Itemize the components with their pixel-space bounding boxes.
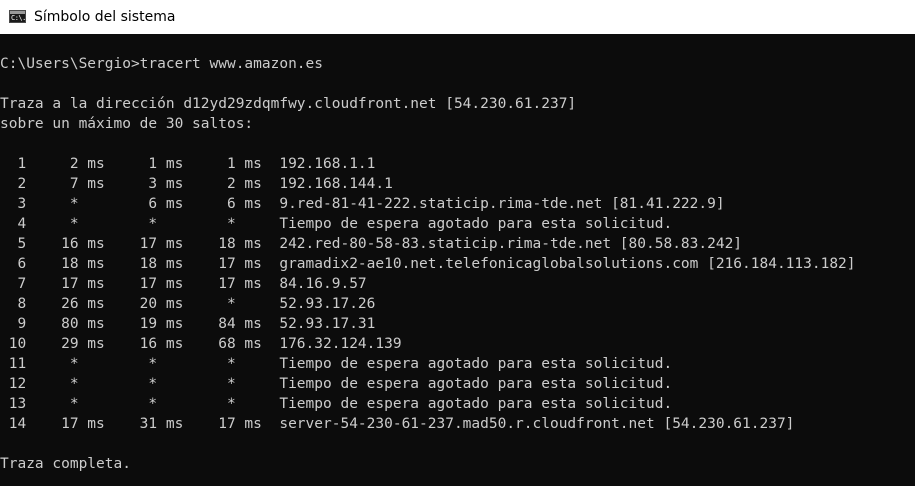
- hop-row: 12 * * * Tiempo de espera agotado para e…: [0, 376, 673, 392]
- console-line-command: C:\Users\Sergio>tracert www.amazon.es: [0, 56, 324, 72]
- console-line-max-hops: sobre un máximo de 30 saltos:: [0, 116, 254, 132]
- hop-row: 8 26 ms 20 ms * 52.93.17.26: [0, 296, 376, 312]
- hop-row: 14 17 ms 31 ms 17 ms server-54-230-61-23…: [0, 416, 795, 432]
- hop-row: 5 16 ms 17 ms 18 ms 242.red-80-58-83.sta…: [0, 236, 743, 252]
- console-line-trace-complete: Traza completa.: [0, 456, 131, 472]
- title-bar[interactable]: C:\. Símbolo del sistema: [0, 0, 915, 34]
- hop-row: 10 29 ms 16 ms 68 ms 176.32.124.139: [0, 336, 402, 352]
- hop-row: 7 17 ms 17 ms 17 ms 84.16.9.57: [0, 276, 367, 292]
- hop-row: 2 7 ms 3 ms 2 ms 192.168.144.1: [0, 176, 393, 192]
- command-prompt-window: C:\. Símbolo del sistema C:\Users\Sergio…: [0, 0, 915, 486]
- hop-row: 6 18 ms 18 ms 17 ms gramadix2-ae10.net.t…: [0, 256, 856, 272]
- hop-row: 11 * * * Tiempo de espera agotado para e…: [0, 356, 673, 372]
- console-line-trace-header: Traza a la dirección d12yd29zdqmfwy.clou…: [0, 96, 577, 112]
- hop-row: 1 2 ms 1 ms 1 ms 192.168.1.1: [0, 156, 376, 172]
- window-title: Símbolo del sistema: [34, 9, 176, 25]
- hop-row: 3 * 6 ms 6 ms 9.red-81-41-222.staticip.r…: [0, 196, 725, 212]
- cmd-icon: C:\.: [9, 10, 26, 23]
- console-output[interactable]: C:\Users\Sergio>tracert www.amazon.es Tr…: [0, 34, 915, 486]
- hop-row: 9 80 ms 19 ms 84 ms 52.93.17.31: [0, 316, 376, 332]
- hop-row: 13 * * * Tiempo de espera agotado para e…: [0, 396, 673, 412]
- cmd-icon-glyph: C:\.: [11, 14, 26, 22]
- hop-row: 4 * * * Tiempo de espera agotado para es…: [0, 216, 673, 232]
